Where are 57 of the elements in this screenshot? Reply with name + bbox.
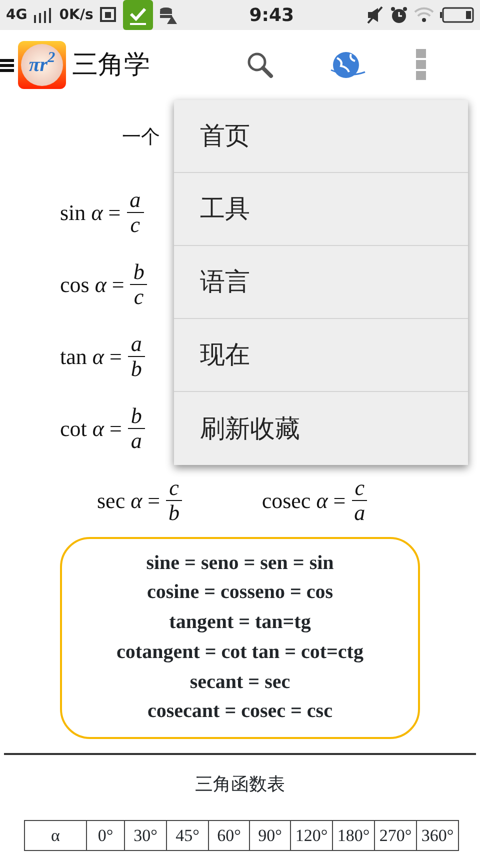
menu-item[interactable]: 现在 xyxy=(174,319,468,392)
menu-item[interactable]: 首页 xyxy=(174,100,468,173)
synonym-line: cosine = cosseno = cos xyxy=(146,580,334,606)
app-logo: πr$^{2}$ xyxy=(18,41,66,89)
battery-icon xyxy=(440,7,474,23)
fraction-numerator: b xyxy=(130,260,148,285)
table-title: 三角函数表 xyxy=(194,773,286,798)
formula-text: cot α = xyxy=(60,415,122,443)
synonym-line: cotangent = cot tan = cot=ctg xyxy=(116,640,364,665)
menu-item[interactable]: 语言 xyxy=(174,246,468,319)
fraction-denominator: c xyxy=(130,213,140,238)
mute-icon xyxy=(366,6,384,24)
table-cell: 60° xyxy=(208,820,250,851)
search-icon[interactable] xyxy=(245,50,275,80)
fraction-numerator: b xyxy=(128,404,145,429)
screenshot-icon xyxy=(99,6,118,24)
formula-text: tan α = xyxy=(60,343,122,371)
fraction-denominator: c xyxy=(134,285,144,310)
table-cell: 30° xyxy=(124,820,166,851)
menu-item[interactable]: 刷新收藏 xyxy=(174,392,468,465)
table-cell: 270° xyxy=(374,820,416,851)
formula-text: sec α = xyxy=(97,487,160,515)
table-cell: 120° xyxy=(290,820,332,851)
network-label: 4G xyxy=(6,6,28,24)
fraction-denominator: b xyxy=(130,357,142,382)
database-warning-icon xyxy=(159,6,178,24)
table-cell: 360° xyxy=(416,820,458,851)
synonym-line: tangent = tan=tg xyxy=(168,610,312,636)
formula-text: cos α = xyxy=(60,271,124,299)
fraction-denominator: a xyxy=(130,429,142,454)
formula-text: cosec α = xyxy=(262,487,346,515)
intro-text: 一个 xyxy=(122,126,160,150)
speed-label: 0K/s xyxy=(59,6,94,24)
fraction-numerator: a xyxy=(126,188,144,213)
fraction-numerator: a xyxy=(128,332,145,357)
synonym-line: secant = sec xyxy=(188,670,292,695)
wifi-icon xyxy=(414,7,434,23)
menu-icon[interactable] xyxy=(0,58,14,72)
signal-icon xyxy=(33,7,54,23)
fraction-denominator: a xyxy=(354,501,366,526)
table-cell: α xyxy=(24,820,86,851)
check-icon xyxy=(123,0,154,30)
table-cell: 180° xyxy=(332,820,374,851)
synonym-line: sine = seno = sen = sin xyxy=(145,550,335,576)
table-cell: 0° xyxy=(86,820,124,851)
app-title: 三角学 xyxy=(72,48,150,82)
fraction-numerator: c xyxy=(166,476,182,501)
globe-icon[interactable] xyxy=(329,50,367,80)
menu-item[interactable]: 工具 xyxy=(174,173,468,246)
alarm-icon xyxy=(390,6,408,24)
fraction-numerator: c xyxy=(352,476,368,501)
status-time: 9:43 xyxy=(249,4,294,28)
table-cell: 45° xyxy=(166,820,208,851)
synonym-line: cosecant = cosec = csc xyxy=(146,699,334,724)
table-cell: 90° xyxy=(250,820,290,851)
formula-text: sin α = xyxy=(60,199,121,227)
fraction-denominator: b xyxy=(168,501,180,526)
